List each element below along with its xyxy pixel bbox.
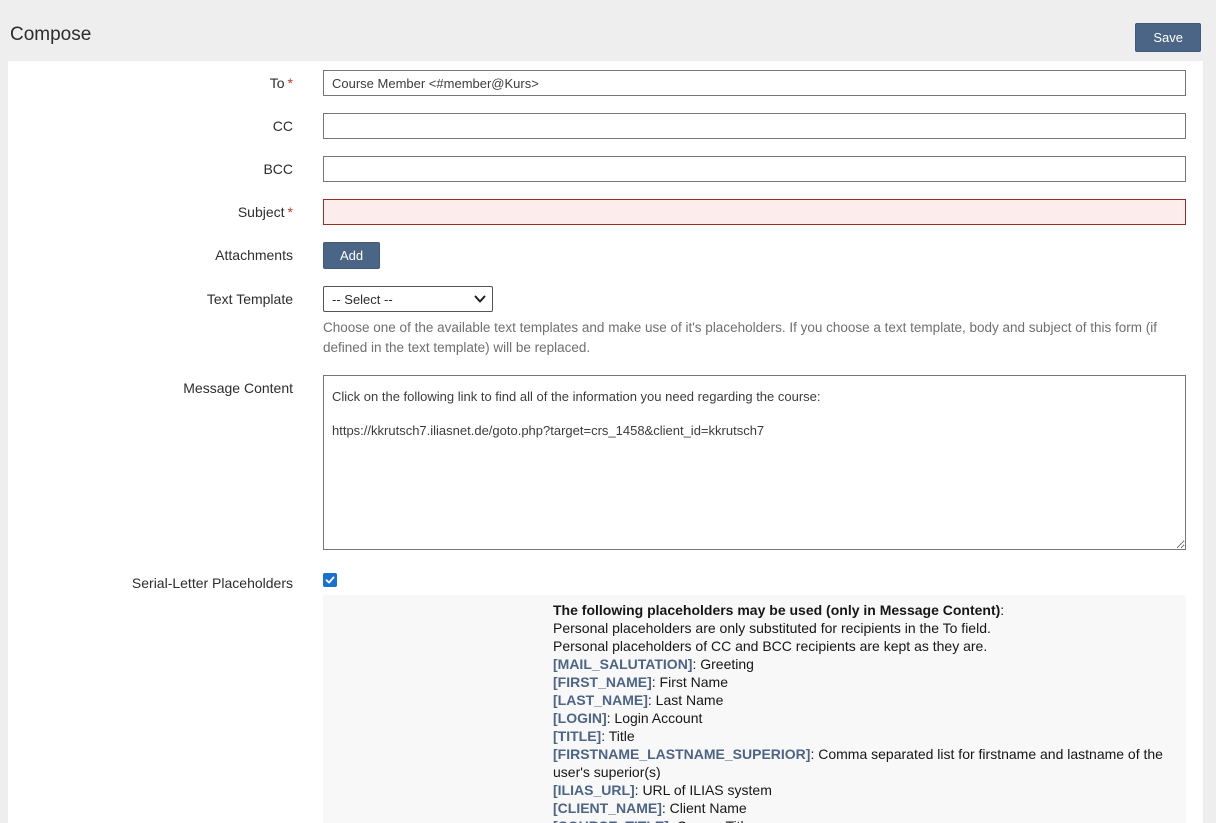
compose-form: To* CC BCC Subject* Attachments Add: [8, 61, 1203, 823]
check-icon: [325, 575, 335, 585]
placeholder-token: [COURSE_TITLE]: [553, 818, 669, 823]
placeholder-token: [LOGIN]: [553, 710, 607, 726]
text-template-label: Text Template: [8, 286, 323, 358]
text-template-help: Choose one of the available text templat…: [323, 318, 1179, 358]
cc-label: CC: [8, 113, 323, 139]
placeholder-item: [TITLE]: Title: [553, 727, 1176, 745]
placeholder-token: [FIRST_NAME]: [553, 674, 652, 690]
page-header: Compose Save: [0, 0, 1216, 61]
placeholder-item: [FIRST_NAME]: First Name: [553, 673, 1176, 691]
placeholder-token: [LAST_NAME]: [553, 692, 648, 708]
attachments-row: Attachments Add: [8, 242, 1203, 269]
save-button[interactable]: Save: [1135, 23, 1201, 52]
placeholder-item: [MAIL_SALUTATION]: Greeting: [553, 655, 1176, 673]
page-title: Compose: [10, 23, 91, 47]
to-label: To*: [8, 70, 323, 96]
bcc-input[interactable]: [323, 156, 1186, 182]
placeholder-token: [CLIENT_NAME]: [553, 800, 662, 816]
subject-label: Subject*: [8, 199, 323, 225]
placeholders-info-line: Personal placeholders are only substitut…: [553, 619, 1176, 637]
bcc-label: BCC: [8, 156, 323, 182]
placeholder-token: [FIRSTNAME_LASTNAME_SUPERIOR]: [553, 746, 810, 762]
subject-row: Subject*: [8, 199, 1203, 225]
bcc-row: BCC: [8, 156, 1203, 182]
subject-input[interactable]: [323, 199, 1186, 225]
placeholder-item: [ILIAS_URL]: URL of ILIAS system: [553, 781, 1176, 799]
message-content-textarea[interactable]: Click on the following link to find all …: [323, 375, 1186, 550]
to-row: To*: [8, 70, 1203, 96]
placeholder-item: [COURSE_TITLE]: Course Title: [553, 817, 1176, 823]
serial-placeholders-label: Serial-Letter Placeholders: [8, 572, 323, 823]
to-input[interactable]: [323, 70, 1186, 96]
required-asterisk: *: [288, 204, 293, 220]
add-attachment-button[interactable]: Add: [323, 242, 380, 269]
message-content-row: Message Content Click on the following l…: [8, 375, 1203, 555]
attachments-label: Attachments: [8, 242, 323, 269]
placeholder-token: [TITLE]: [553, 728, 601, 744]
placeholder-item: [LAST_NAME]: Last Name: [553, 691, 1176, 709]
placeholder-item: [LOGIN]: Login Account: [553, 709, 1176, 727]
message-content-label: Message Content: [8, 375, 323, 555]
placeholder-item: [FIRSTNAME_LASTNAME_SUPERIOR]: Comma sep…: [553, 745, 1176, 781]
placeholders-info-panel: The following placeholders may be used (…: [323, 595, 1186, 823]
serial-placeholders-row: Serial-Letter Placeholders The following…: [8, 572, 1203, 823]
cc-row: CC: [8, 113, 1203, 139]
required-asterisk: *: [288, 75, 293, 91]
cc-input[interactable]: [323, 113, 1186, 139]
text-template-select[interactable]: -- Select --: [323, 286, 493, 312]
placeholder-token: [ILIAS_URL]: [553, 782, 635, 798]
placeholders-info-title: The following placeholders may be used (…: [553, 601, 1176, 619]
placeholders-info-line: Personal placeholders of CC and BCC reci…: [553, 637, 1176, 655]
placeholder-item: [CLIENT_NAME]: Client Name: [553, 799, 1176, 817]
text-template-row: Text Template -- Select -- Choose one of…: [8, 286, 1203, 358]
placeholder-token: [MAIL_SALUTATION]: [553, 656, 692, 672]
serial-placeholders-checkbox[interactable]: [323, 573, 337, 587]
